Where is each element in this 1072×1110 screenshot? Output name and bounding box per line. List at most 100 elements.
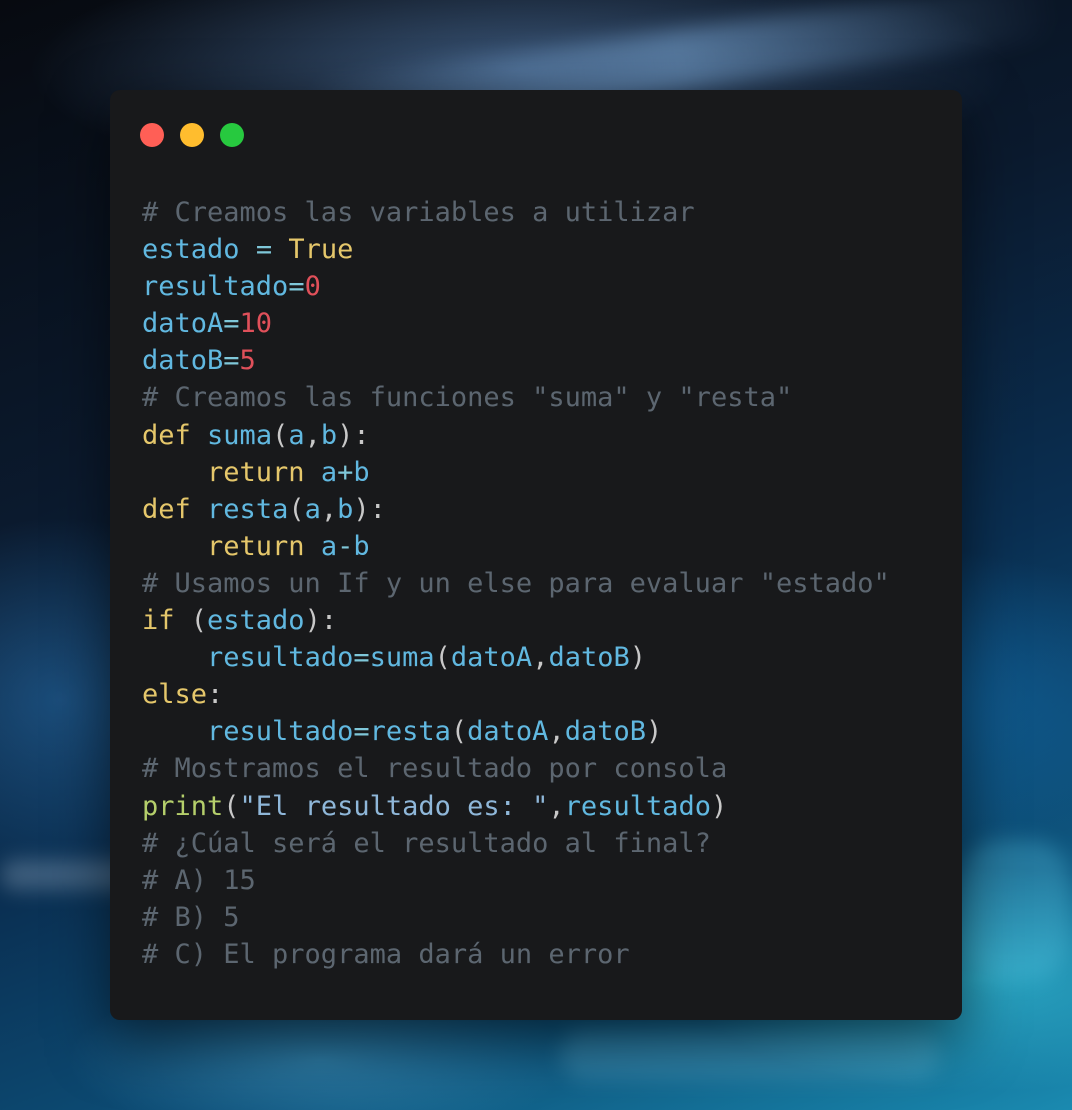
code-operator: = [223, 308, 240, 340]
code-line: # Usamos un If y un else para evaluar "e… [142, 565, 890, 602]
code-identifier: resultado [207, 642, 354, 674]
code-identifier: a [320, 530, 338, 562]
code-line: # Creamos las variables a utilizar [142, 194, 890, 231]
code-punctuation: ( [223, 790, 240, 822]
code-comment: # Creamos las funciones "suma" y "resta" [142, 382, 793, 414]
code-operator: = [288, 271, 305, 303]
code-keyword: return [207, 456, 305, 488]
code-punctuation: ( [434, 642, 451, 674]
code-punctuation: , [304, 419, 321, 451]
code-identifier: suma [369, 642, 435, 674]
maximize-button[interactable] [220, 123, 244, 147]
code-identifier: b [353, 530, 370, 562]
code-punctuation: ): [304, 605, 338, 637]
code-identifier: resultado [207, 716, 354, 748]
code-punctuation: , [320, 493, 338, 525]
code-punctuation: , [532, 642, 549, 674]
code-punctuation: , [548, 790, 565, 822]
code-identifier: resta [369, 716, 451, 748]
code-operator: + [337, 456, 354, 488]
code-identifier: resultado [564, 790, 711, 822]
code-comment: # C) El programa dará un error [142, 938, 630, 970]
code-identifier: estado [142, 234, 240, 266]
code-punctuation [305, 531, 321, 562]
code-punctuation [272, 234, 288, 265]
code-line: # Creamos las funciones "suma" y "resta" [142, 379, 890, 416]
close-button[interactable] [140, 123, 164, 147]
code-punctuation [191, 494, 207, 525]
code-identifier: datoB [548, 642, 630, 674]
code-keyword: else [142, 679, 208, 711]
code-punctuation: ) [629, 642, 646, 674]
code-comment: # Mostramos el resultado por consola [142, 753, 728, 785]
code-comment: # A) 15 [142, 864, 256, 896]
code-punctuation: ): [337, 419, 370, 451]
code-punctuation: ): [353, 493, 386, 525]
code-identifier: datoB [564, 716, 646, 748]
code-line: print("El resultado es: ",resultado) [142, 788, 890, 825]
code-line: # Mostramos el resultado por consola [142, 750, 890, 787]
code-keyword: if [142, 605, 175, 637]
code-punctuation: ( [288, 493, 305, 525]
code-punctuation [240, 234, 256, 265]
code-identifier: b [353, 456, 370, 488]
code-identifier: resta [207, 493, 289, 525]
code-string: "El resultado es: " [239, 790, 549, 822]
code-keyword: def [142, 419, 191, 451]
code-line: # B) 5 [142, 899, 890, 936]
code-comment: # Usamos un If y un else para evaluar "e… [142, 567, 890, 599]
code-comment: # ¿Cúal será el resultado al final? [142, 827, 711, 859]
code-punctuation: ) [710, 790, 728, 822]
code-line: # A) 15 [142, 862, 890, 899]
code-line: return a-b [142, 528, 890, 565]
code-operator: = [353, 642, 370, 674]
window-controls [140, 123, 244, 147]
code-line: def resta(a,b): [142, 491, 890, 528]
code-identifier: a [320, 456, 338, 488]
code-identifier: datoA [450, 642, 533, 674]
code-identifier: suma [207, 419, 273, 451]
code-window: # Creamos las variables a utilizar estado… [110, 90, 962, 1020]
code-punctuation [191, 420, 207, 451]
code-line: return a+b [142, 454, 890, 491]
code-line: # C) El programa dará un error [142, 936, 890, 973]
code-number: 0 [304, 271, 321, 303]
code-punctuation: ( [174, 605, 208, 637]
minimize-button[interactable] [180, 123, 204, 147]
code-line: if (estado): [142, 602, 890, 639]
code-line: resultado=resta(datoA,datoB) [142, 713, 890, 750]
code-line: datoB=5 [142, 342, 890, 379]
background-light-streak [960, 840, 1070, 980]
code-identifier: b [337, 493, 354, 525]
code-identifier: datoA [142, 308, 224, 340]
code-punctuation [142, 531, 207, 562]
code-identifier: datoB [142, 345, 224, 377]
code-keyword: True [288, 234, 354, 266]
code-line: datoA=10 [142, 305, 890, 342]
code-number: 10 [239, 308, 273, 340]
code-operator: = [223, 345, 240, 377]
code-identifier: b [320, 419, 338, 451]
code-keyword: return [207, 530, 305, 562]
code-keyword: def [142, 493, 191, 525]
code-number: 5 [239, 345, 256, 377]
code-identifier: a [304, 493, 321, 525]
code-punctuation: ( [450, 716, 468, 748]
code-punctuation [142, 642, 207, 673]
code-identifier: estado [207, 605, 305, 637]
code-line: resultado=0 [142, 268, 890, 305]
code-block: # Creamos las variables a utilizar estado… [142, 194, 890, 973]
code-punctuation: ( [272, 419, 289, 451]
code-identifier: a [288, 419, 305, 451]
code-line: def suma(a,b): [142, 417, 890, 454]
code-identifier: resultado [142, 271, 289, 303]
code-line: # ¿Cúal será el resultado al final? [142, 825, 890, 862]
code-line: else: [142, 676, 890, 713]
code-comment: # Creamos las variables a utilizar [142, 197, 695, 228]
code-punctuation: ) [645, 716, 663, 748]
code-line: resultado=suma(datoA,datoB) [142, 639, 890, 676]
code-identifier: datoA [467, 716, 549, 748]
code-punctuation [142, 716, 207, 747]
code-comment: # B) 5 [142, 901, 240, 933]
code-punctuation [142, 457, 207, 488]
